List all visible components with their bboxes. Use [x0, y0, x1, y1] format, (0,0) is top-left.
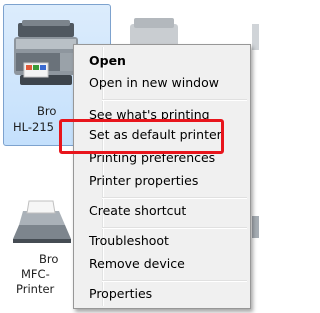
menu-item-printer-properties[interactable]: Printer properties [89, 170, 198, 192]
printer-icon-background-right [252, 24, 259, 50]
menu-item-printing-preferences[interactable]: Printing preferences [89, 147, 215, 169]
menu-item-open[interactable]: Open [89, 50, 126, 72]
menu-item-troubleshoot[interactable]: Troubleshoot [89, 230, 169, 252]
printer-name-line3: Printer [16, 282, 55, 296]
menu-item-create-shortcut[interactable]: Create shortcut [89, 200, 186, 222]
menu-item-remove-device[interactable]: Remove device [89, 253, 185, 275]
multifunction-printer-icon [14, 20, 78, 85]
menu-separator [102, 197, 247, 199]
menu-separator [102, 227, 247, 229]
printer-icon-partial [252, 216, 259, 238]
printer-name-line2: MFC- [21, 267, 50, 281]
menu-item-open-new-window[interactable]: Open in new window [89, 72, 219, 94]
menu-item-properties[interactable]: Properties [89, 283, 152, 305]
menu-separator [102, 99, 247, 101]
printer-name-line1: Bro [39, 252, 59, 266]
menu-item-see-whats-printing[interactable]: See what's printing [89, 104, 210, 126]
printer-name-line1: Bro [37, 104, 57, 118]
menu-separator [102, 280, 247, 282]
menu-item-set-default-printer[interactable]: Set as default printer [89, 124, 222, 146]
context-menu: Open Open in new window See what's print… [73, 44, 251, 309]
printer-item-brother-mfc[interactable]: Bro MFC- Printer [3, 195, 83, 296]
printer-icon [13, 200, 71, 243]
printer-name-line2: HL-215 [13, 120, 54, 134]
